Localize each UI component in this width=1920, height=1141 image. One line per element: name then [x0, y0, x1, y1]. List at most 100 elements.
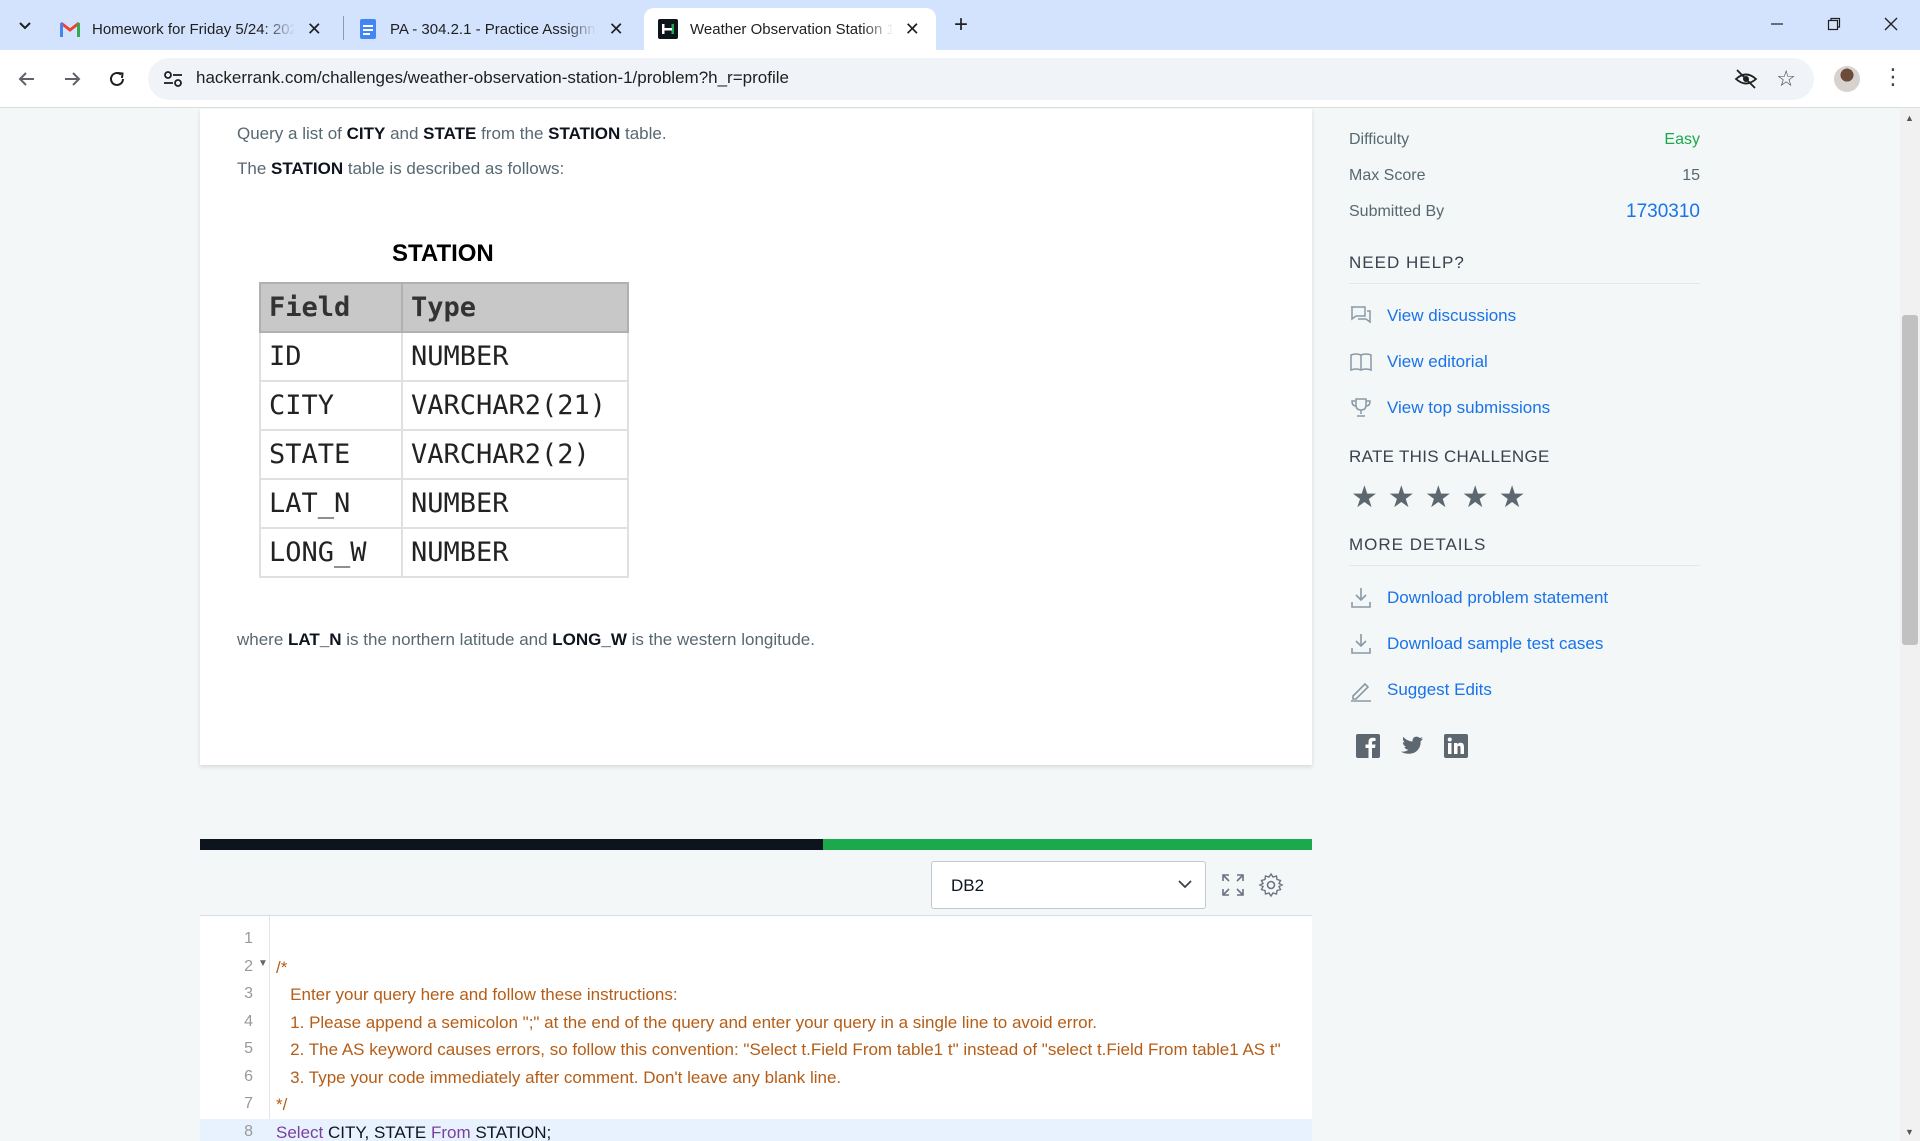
type-cell: NUMBER: [401, 527, 629, 578]
type-cell: VARCHAR2(2): [401, 429, 629, 480]
table-row: LAT_N NUMBER: [259, 478, 629, 529]
line-text: 2. The AS keyword causes errors, so foll…: [276, 1040, 1281, 1059]
forward-arrow-icon[interactable]: [55, 62, 89, 96]
minimize-icon[interactable]: [1749, 0, 1805, 48]
code-area[interactable]: 1 2 ▼ /* 3 Enter your query here and follo…: [200, 926, 1312, 1141]
challenge-sidebar: Difficulty Easy Max Score 15 Submitted B…: [1349, 109, 1700, 809]
facebook-icon[interactable]: [1355, 733, 1381, 759]
tab-gmail[interactable]: Homework for Friday 5/24: 2024 ✕: [46, 8, 338, 50]
line-text: Select CITY, STATE From STATION;: [276, 1123, 551, 1141]
scroll-down-arrow-icon[interactable]: ▼: [1905, 1127, 1914, 1137]
max-score-row: Max Score 15: [1349, 167, 1700, 185]
view-discussions-link[interactable]: View discussions: [1349, 303, 1516, 329]
linkedin-icon[interactable]: [1443, 733, 1469, 759]
editor-header: DB2: [200, 850, 1312, 916]
download-statement-label: Download problem statement: [1387, 588, 1609, 607]
close-window-icon[interactable]: [1863, 0, 1919, 48]
tab-title: Homework for Friday 5/24: 2024: [92, 20, 295, 38]
code-line: 2 ▼ /*: [200, 954, 1312, 982]
suggest-edits-link[interactable]: Suggest Edits: [1349, 677, 1492, 703]
tab-hackerrank-active[interactable]: Weather Observation Station 1 | HackerRa…: [644, 8, 936, 50]
bookmark-star-icon[interactable]: ☆: [1776, 66, 1796, 92]
download-icon: [1351, 588, 1371, 608]
gmail-icon: [60, 19, 80, 39]
new-tab-icon[interactable]: +: [946, 10, 976, 40]
download-tests-label: Download sample test cases: [1387, 634, 1604, 653]
problem-statement-card: Query a list of CITY and STATE from the …: [200, 109, 1312, 765]
browser-toolbar: hackerrank.com/challenges/weather-observ…: [0, 50, 1920, 108]
tab-practice-assignment[interactable]: PA - 304.2.1 - Practice Assignment ✕: [344, 8, 640, 50]
star-3-icon[interactable]: ★: [1425, 483, 1452, 513]
page-scrollbar[interactable]: ▲ ▼: [1900, 109, 1920, 1141]
line-text: */: [276, 1095, 288, 1114]
scrollbar-thumb[interactable]: [1902, 315, 1918, 645]
line-number: 7: [244, 1095, 253, 1112]
url-text: hackerrank.com/challenges/weather-observ…: [196, 68, 789, 87]
submitted-by-link[interactable]: 1730310: [1626, 201, 1700, 223]
download-problem-statement-link[interactable]: Download problem statement: [1349, 585, 1608, 611]
pencil-icon: [1351, 682, 1371, 702]
star-2-icon[interactable]: ★: [1388, 483, 1415, 513]
menu-kebab-icon[interactable]: ⋮: [1882, 64, 1904, 90]
line-text: Enter your query here and follow these i…: [276, 985, 678, 1004]
close-tab-icon[interactable]: ✕: [305, 19, 324, 40]
sql-keyword: Select: [276, 1122, 324, 1141]
close-tab-icon[interactable]: ✕: [606, 19, 626, 40]
code-line: 7 */: [200, 1091, 1312, 1119]
address-bar[interactable]: hackerrank.com/challenges/weather-observ…: [148, 58, 1814, 100]
progress-bar: [200, 839, 1312, 850]
submitted-by-row: Submitted By 1730310: [1349, 201, 1700, 223]
code-line-active: 8 Select CITY, STATE From STATION;: [200, 1118, 1312, 1141]
field-cell: LONG_W: [259, 527, 403, 578]
problem-where-note: where LAT_N is the northern latitude and…: [237, 630, 815, 649]
line-number: 8: [244, 1122, 253, 1140]
tab-search-dropdown-icon[interactable]: [10, 10, 40, 40]
suggest-edits-label: Suggest Edits: [1387, 680, 1492, 699]
submitted-by-label: Submitted By: [1349, 203, 1445, 220]
table-row: CITY VARCHAR2(21): [259, 380, 629, 431]
line-number: 3: [244, 985, 253, 1002]
table-header-row: Field Type: [259, 282, 629, 333]
download-sample-test-cases-link[interactable]: Download sample test cases: [1349, 631, 1603, 657]
line-number: 1: [244, 930, 253, 947]
back-arrow-icon[interactable]: [10, 62, 44, 96]
sql-text: CITY, STATE: [323, 1122, 431, 1141]
close-tab-icon[interactable]: ✕: [903, 19, 922, 40]
field-cell: ID: [259, 331, 403, 382]
field-cell: STATE: [259, 429, 403, 480]
type-cell: NUMBER: [401, 478, 629, 529]
code-line: 5 2. The AS keyword causes errors, so fo…: [200, 1036, 1312, 1064]
problem-intro: Query a list of CITY and STATE from the …: [237, 124, 667, 143]
sql-text: STATION;: [470, 1122, 552, 1141]
line-number: 6: [244, 1067, 253, 1085]
download-icon: [1351, 634, 1371, 654]
site-info-icon[interactable]: [162, 68, 184, 90]
scroll-up-arrow-icon[interactable]: ▲: [1905, 113, 1914, 123]
table-row: STATE VARCHAR2(2): [259, 429, 629, 480]
field-cell: LAT_N: [259, 478, 403, 529]
view-top-submissions-link[interactable]: View top submissions: [1349, 395, 1550, 421]
problem-table-description: The STATION table is described as follow…: [237, 159, 565, 178]
chevron-down-icon: [1178, 880, 1192, 889]
fold-arrow-icon[interactable]: ▼: [258, 958, 268, 969]
view-editorial-link[interactable]: View editorial: [1349, 349, 1488, 375]
star-5-icon[interactable]: ★: [1499, 483, 1526, 513]
discussion-icon: [1351, 306, 1371, 324]
fullscreen-icon[interactable]: [1220, 872, 1246, 898]
star-4-icon[interactable]: ★: [1462, 483, 1489, 513]
reload-icon[interactable]: [100, 62, 134, 96]
star-1-icon[interactable]: ★: [1351, 483, 1378, 513]
table-row: LONG_W NUMBER: [259, 527, 629, 578]
eye-off-icon[interactable]: [1734, 68, 1758, 90]
station-schema-table: Field Type ID NUMBER CITY VARCHAR2(21) STA…: [259, 282, 629, 578]
rating-stars: ★ ★ ★ ★ ★: [1351, 483, 1526, 513]
line-text: 3. Type your code immediately after comm…: [276, 1067, 842, 1087]
profile-avatar[interactable]: [1834, 66, 1860, 92]
restore-icon[interactable]: [1806, 0, 1862, 48]
twitter-icon[interactable]: [1399, 733, 1425, 759]
header-field: Field: [259, 282, 403, 333]
language-select[interactable]: DB2: [931, 861, 1206, 909]
line-text: /*: [276, 957, 288, 977]
settings-gear-icon[interactable]: [1258, 872, 1284, 898]
progress-fill: [823, 839, 1312, 850]
